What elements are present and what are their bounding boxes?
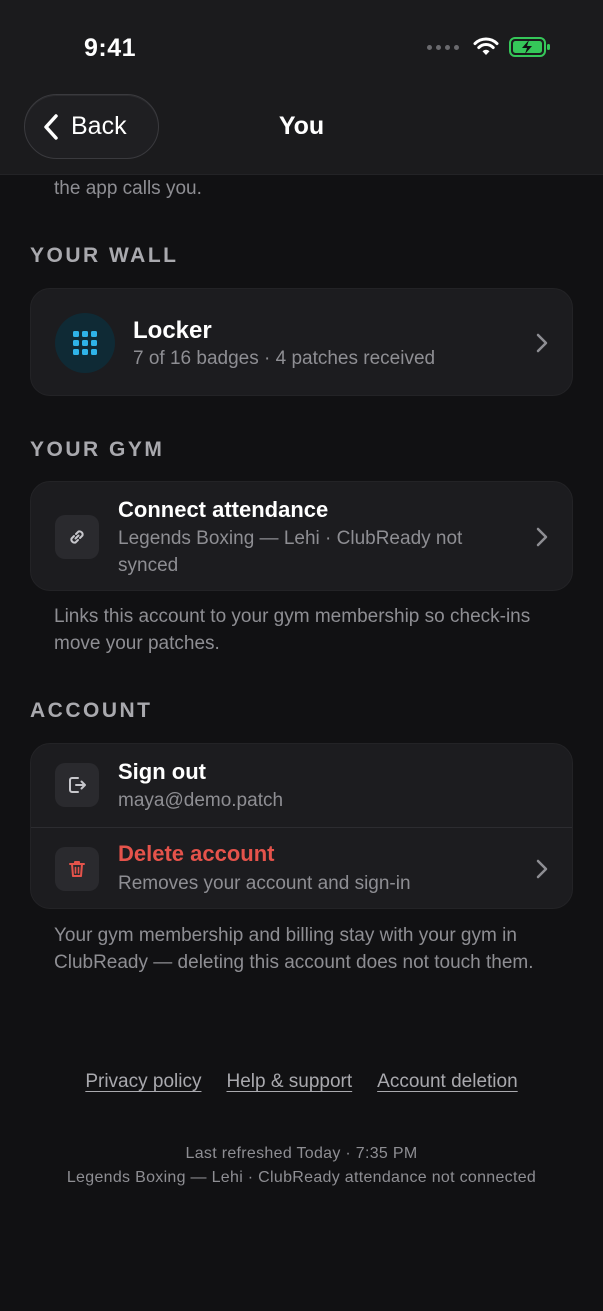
trash-icon [69, 861, 85, 877]
status-time: 9:41 [84, 34, 137, 62]
account-card: Sign out maya@demo.patch Delete account … [30, 743, 573, 909]
chevron-right-icon [536, 527, 548, 547]
link-icon-box [55, 515, 99, 559]
help-support-link[interactable]: Help & support [226, 1071, 352, 1093]
account-note: Your gym membership and billing stay wit… [54, 925, 534, 973]
wifi-icon [473, 37, 499, 55]
privacy-policy-link[interactable]: Privacy policy [85, 1071, 201, 1093]
delete-account-row[interactable]: Delete account Removes your account and … [31, 828, 572, 910]
last-refreshed: Last refreshed Today · 7:35 PM [185, 1145, 418, 1162]
section-header-gym: YOUR GYM [30, 438, 165, 461]
page-title: You [278, 112, 325, 140]
chevron-right-icon [536, 859, 548, 879]
connect-attendance-title: Connect attendance [118, 497, 329, 522]
footer-links: Privacy policy Help & support Account de… [0, 1071, 603, 1093]
connect-attendance-card[interactable]: Connect attendance Legends Boxing — Lehi… [30, 481, 573, 591]
trash-icon-box [55, 847, 99, 891]
top-bar: 9:41 Back You [0, 0, 603, 175]
locker-avatar [55, 313, 115, 373]
intro-text: the app calls you. [54, 178, 202, 199]
chevron-right-icon [536, 333, 548, 353]
locker-title: Locker [133, 317, 212, 344]
link-icon [70, 530, 84, 544]
sign-out-title: Sign out [118, 759, 206, 784]
locker-subtitle: 7 of 16 badges · 4 patches received [133, 348, 436, 369]
sign-out-row[interactable]: Sign out maya@demo.patch [31, 744, 572, 827]
delete-account-title: Delete account [118, 841, 275, 866]
section-header-wall: YOUR WALL [30, 244, 179, 267]
sign-out-icon [69, 777, 86, 793]
status-indicators [427, 36, 551, 58]
connection-status: Legends Boxing — Lehi · ClubReady attend… [66, 1169, 537, 1186]
locker-card[interactable]: Locker 7 of 16 badges · 4 patches receiv… [30, 288, 573, 396]
grid-icon [73, 331, 97, 355]
signal-icon [427, 44, 459, 50]
section-header-account: ACCOUNT [30, 699, 153, 722]
gym-note: Links this account to your gym membershi… [54, 606, 531, 654]
battery-icon [509, 37, 550, 57]
account-deletion-link[interactable]: Account deletion [377, 1071, 518, 1093]
sign-out-email: maya@demo.patch [118, 790, 284, 811]
sign-out-icon-box [55, 763, 99, 807]
delete-account-subtitle: Removes your account and sign-in [118, 873, 411, 894]
connect-attendance-subtitle: Legends Boxing — Lehi · ClubReady not sy… [118, 528, 463, 576]
